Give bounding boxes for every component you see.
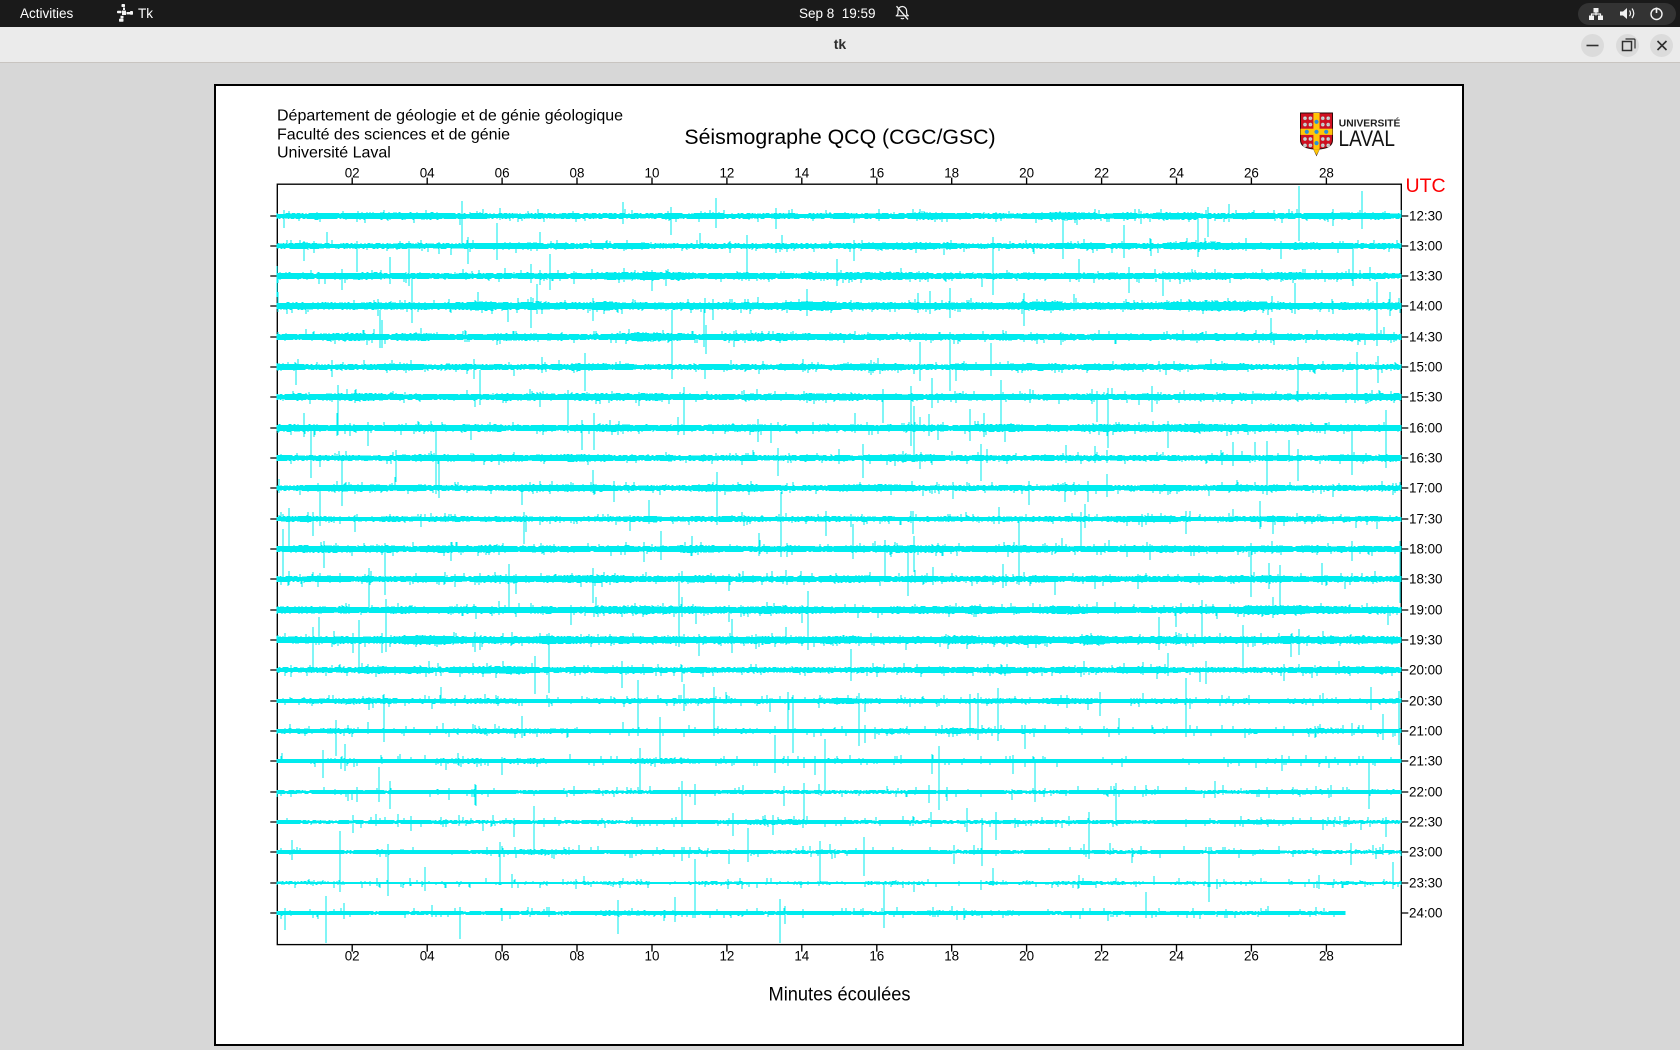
svg-text:12:30: 12:30 <box>1409 209 1443 224</box>
svg-text:16: 16 <box>869 166 884 181</box>
svg-text:22:30: 22:30 <box>1409 815 1443 830</box>
svg-text:22: 22 <box>1094 166 1109 181</box>
svg-text:10: 10 <box>645 166 660 181</box>
svg-text:23:30: 23:30 <box>1409 876 1443 891</box>
svg-text:20:30: 20:30 <box>1409 694 1443 709</box>
svg-text:14: 14 <box>794 166 809 181</box>
svg-text:16:00: 16:00 <box>1409 421 1443 436</box>
svg-text:17:00: 17:00 <box>1409 481 1443 496</box>
svg-text:02: 02 <box>345 166 360 181</box>
svg-text:18: 18 <box>944 948 959 963</box>
svg-text:14: 14 <box>794 948 809 963</box>
svg-text:26: 26 <box>1244 948 1259 963</box>
svg-text:23:00: 23:00 <box>1409 845 1443 860</box>
svg-text:Université Laval: Université Laval <box>277 144 391 161</box>
svg-text:15:00: 15:00 <box>1409 360 1443 375</box>
svg-text:13:00: 13:00 <box>1409 239 1443 254</box>
svg-text:08: 08 <box>570 166 585 181</box>
svg-text:12: 12 <box>719 948 734 963</box>
svg-text:04: 04 <box>420 166 435 181</box>
svg-text:28: 28 <box>1319 166 1334 181</box>
svg-text:Séismographe QCQ (CGC/GSC): Séismographe QCQ (CGC/GSC) <box>684 125 995 149</box>
svg-text:20: 20 <box>1019 948 1034 963</box>
svg-text:20: 20 <box>1019 166 1034 181</box>
svg-text:16:30: 16:30 <box>1409 451 1443 466</box>
svg-text:06: 06 <box>495 166 510 181</box>
svg-text:26: 26 <box>1244 166 1259 181</box>
svg-text:16: 16 <box>869 948 884 963</box>
svg-text:15:30: 15:30 <box>1409 390 1443 405</box>
svg-text:24: 24 <box>1169 166 1184 181</box>
svg-text:02: 02 <box>345 948 360 963</box>
svg-text:12: 12 <box>719 166 734 181</box>
svg-text:28: 28 <box>1319 948 1334 963</box>
svg-text:22:00: 22:00 <box>1409 785 1443 800</box>
svg-text:Faculté des sciences et de gén: Faculté des sciences et de génie <box>277 126 510 143</box>
svg-text:19:00: 19:00 <box>1409 603 1443 618</box>
svg-text:18:00: 18:00 <box>1409 542 1443 557</box>
svg-text:20:00: 20:00 <box>1409 663 1443 678</box>
svg-text:06: 06 <box>495 948 510 963</box>
svg-text:24:00: 24:00 <box>1409 906 1443 921</box>
svg-text:24: 24 <box>1169 948 1184 963</box>
svg-text:17:30: 17:30 <box>1409 512 1443 527</box>
svg-text:UTC: UTC <box>1406 175 1446 197</box>
svg-text:18:30: 18:30 <box>1409 572 1443 587</box>
svg-text:04: 04 <box>420 948 435 963</box>
svg-text:14:30: 14:30 <box>1409 330 1443 345</box>
svg-text:10: 10 <box>645 948 660 963</box>
svg-text:21:30: 21:30 <box>1409 754 1443 769</box>
svg-text:21:00: 21:00 <box>1409 724 1443 739</box>
svg-text:Minutes écoulées: Minutes écoulées <box>769 985 911 1006</box>
svg-text:08: 08 <box>570 948 585 963</box>
svg-text:13:30: 13:30 <box>1409 269 1443 284</box>
svg-text:22: 22 <box>1094 948 1109 963</box>
svg-text:14:00: 14:00 <box>1409 299 1443 314</box>
svg-text:LAVAL: LAVAL <box>1339 126 1396 151</box>
svg-text:19:30: 19:30 <box>1409 633 1443 648</box>
svg-text:Département de géologie et de: Département de géologie et de génie géol… <box>277 107 623 124</box>
svg-text:18: 18 <box>944 166 959 181</box>
